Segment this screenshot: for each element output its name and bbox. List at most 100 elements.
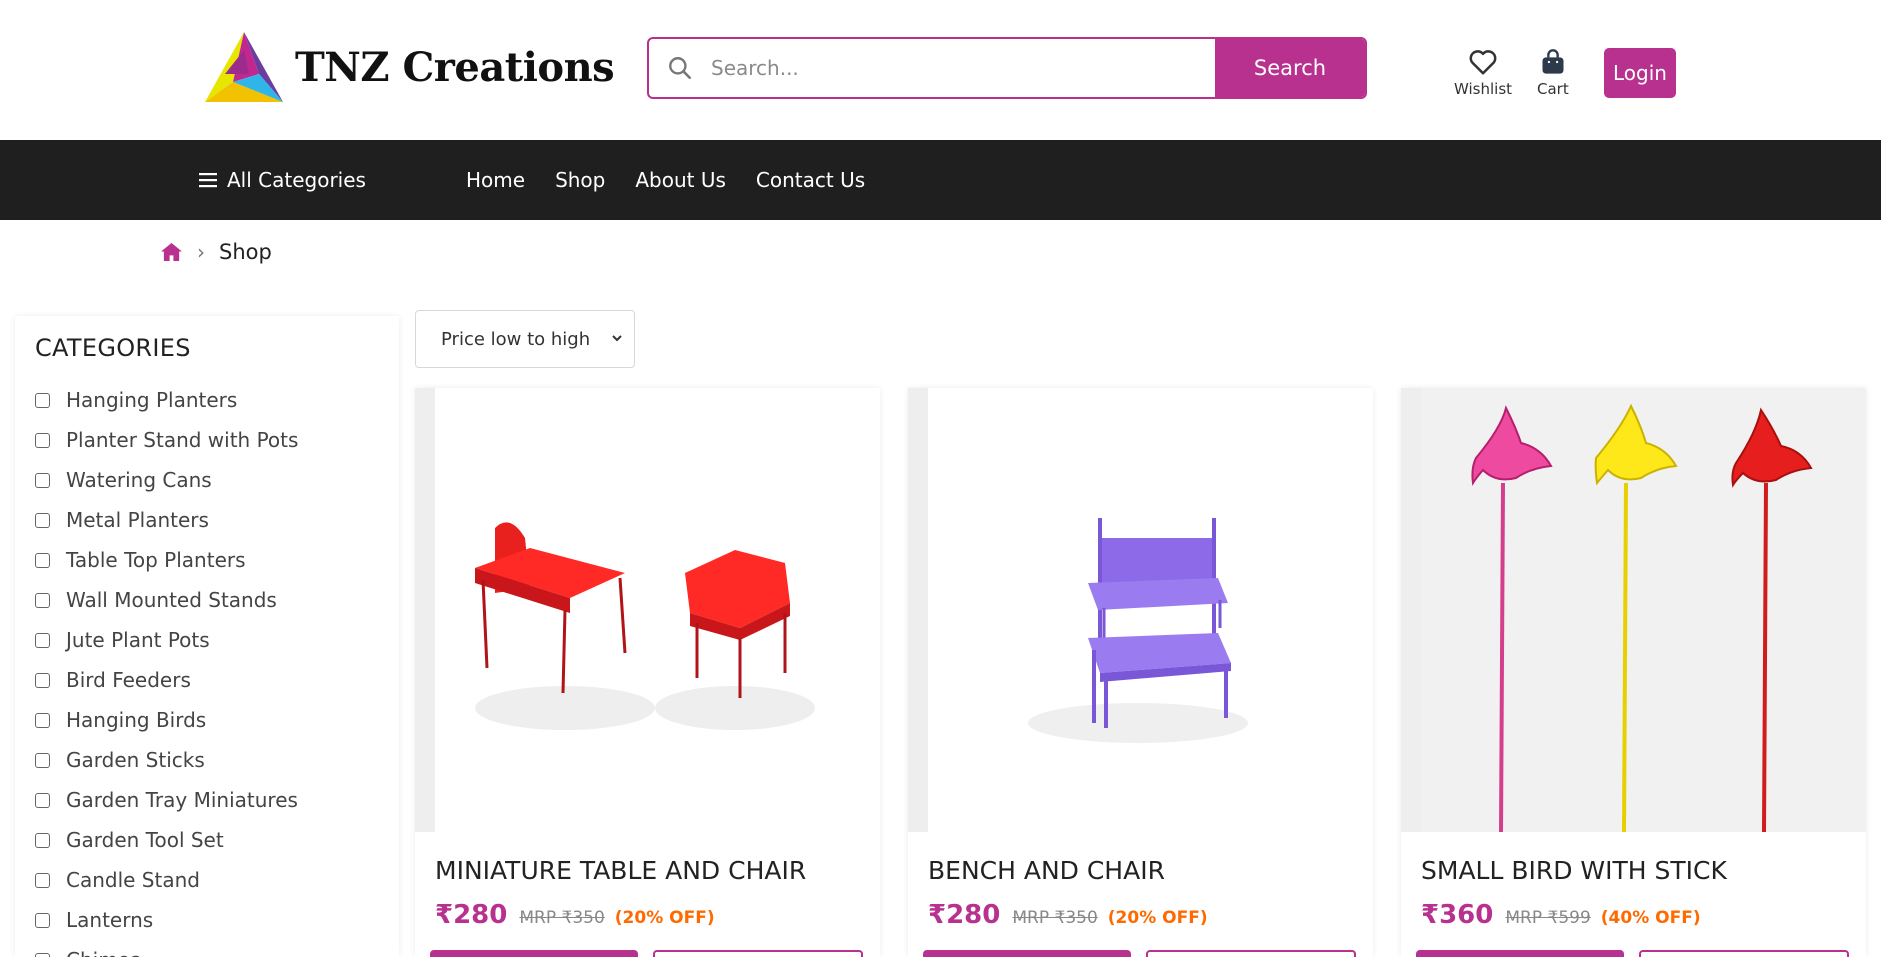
category-checkbox[interactable] [35,672,50,688]
add-to-wishlist-button[interactable] [1639,950,1849,957]
category-item[interactable]: Chimes [35,940,298,957]
category-checkbox[interactable] [35,952,50,957]
category-item[interactable]: Watering Cans [35,460,298,500]
search-input[interactable] [711,39,1215,97]
category-checkbox[interactable] [35,752,50,768]
category-checkbox[interactable] [35,512,50,528]
table-chair-illustration [475,522,815,730]
category-checkbox[interactable] [35,432,50,448]
product-image[interactable] [908,388,1373,832]
breadcrumb: › Shop [160,240,272,264]
product-photo [928,388,1373,832]
sort-selected-label: Price low to high [441,328,591,350]
image-edge [908,388,928,832]
product-price: ₹360 [1421,900,1494,930]
category-item[interactable]: Table Top Planters [35,540,298,580]
chevron-right-icon: › [197,240,205,264]
category-checkbox[interactable] [35,872,50,888]
bench-chair-illustration [1028,518,1248,743]
sort-select[interactable]: Price low to high [415,310,635,368]
chevron-down-icon [612,335,622,342]
category-label: Watering Cans [66,468,212,492]
category-item[interactable]: Jute Plant Pots [35,620,298,660]
product-mrp: MRP ₹599 [1505,908,1591,928]
category-label: Hanging Planters [66,388,238,412]
nav-link-shop[interactable]: Shop [555,168,605,192]
product-mrp: MRP ₹350 [1012,908,1098,928]
product-mrp: MRP ₹350 [519,908,605,928]
category-checkbox[interactable] [35,912,50,928]
category-checkbox[interactable] [35,792,50,808]
search-bar: Search [647,37,1367,99]
heart-icon [1469,50,1497,75]
category-checkbox[interactable] [35,712,50,728]
category-label: Garden Tool Set [66,828,224,852]
product-image[interactable] [415,388,880,832]
search-icon [649,39,711,97]
brand-logo[interactable]: TNZ Creations [203,30,615,104]
bird-sticks-illustration [1471,403,1813,833]
add-to-cart-button[interactable] [923,950,1131,957]
nav-link-contact[interactable]: Contact Us [756,168,865,192]
login-button[interactable]: Login [1604,48,1676,98]
add-to-cart-button[interactable] [430,950,638,957]
category-checkbox[interactable] [35,632,50,648]
category-item[interactable]: Hanging Planters [35,380,298,420]
product-photo [435,388,880,832]
site-header: TNZ Creations Search Wishlist Cart Login [0,0,1881,140]
category-item[interactable]: Garden Tray Miniatures [35,780,298,820]
category-label: Wall Mounted Stands [66,588,277,612]
category-item[interactable]: Metal Planters [35,500,298,540]
product-title[interactable]: MINIATURE TABLE AND CHAIR [435,856,806,885]
category-filter-sidebar: CATEGORIES Hanging Planters Planter Stan… [15,316,399,957]
category-checkbox[interactable] [35,552,50,568]
wishlist-link[interactable]: Wishlist [1454,48,1512,98]
home-icon[interactable] [160,242,183,262]
all-categories-menu[interactable]: All Categories [199,140,366,220]
category-item[interactable]: Garden Tool Set [35,820,298,860]
add-to-wishlist-button[interactable] [1146,950,1356,957]
category-list: Hanging Planters Planter Stand with Pots… [35,380,298,957]
category-label: Candle Stand [66,868,200,892]
hamburger-icon [199,173,217,188]
image-edge [1401,388,1421,832]
product-card[interactable]: BENCH AND CHAIR ₹280 MRP ₹350 (20% OFF) [908,388,1373,957]
category-item[interactable]: Garden Sticks [35,740,298,780]
product-pricing: ₹280 MRP ₹350 (20% OFF) [435,900,715,930]
product-discount: (20% OFF) [1107,908,1208,928]
product-title[interactable]: BENCH AND CHAIR [928,856,1165,885]
nav-link-about[interactable]: About Us [635,168,726,192]
product-image[interactable] [1401,388,1866,833]
add-to-cart-button[interactable] [1416,950,1624,957]
product-discount: (40% OFF) [1600,908,1701,928]
search-button[interactable]: Search [1215,39,1365,97]
product-card[interactable]: MINIATURE TABLE AND CHAIR ₹280 MRP ₹350 … [415,388,880,957]
product-price: ₹280 [928,900,1001,930]
category-label: Hanging Birds [66,708,207,732]
category-item[interactable]: Wall Mounted Stands [35,580,298,620]
category-label: Lanterns [66,908,154,932]
category-item[interactable]: Planter Stand with Pots [35,420,298,460]
category-label: Chimes [66,948,140,957]
add-to-wishlist-button[interactable] [653,950,863,957]
nav-link-home[interactable]: Home [466,168,525,192]
category-label: Jute Plant Pots [66,628,210,652]
category-checkbox[interactable] [35,832,50,848]
category-item[interactable]: Candle Stand [35,860,298,900]
cart-link[interactable]: Cart [1537,48,1569,98]
category-label: Planter Stand with Pots [66,428,299,452]
product-title[interactable]: SMALL BIRD WITH STICK [1421,856,1727,885]
product-card[interactable]: SMALL BIRD WITH STICK ₹360 MRP ₹599 (40%… [1401,388,1866,957]
sidebar-title: CATEGORIES [35,334,191,362]
category-checkbox[interactable] [35,472,50,488]
breadcrumb-current: Shop [219,240,272,264]
category-item[interactable]: Bird Feeders [35,660,298,700]
main-navbar: All Categories Home Shop About Us Contac… [0,140,1881,220]
category-checkbox[interactable] [35,392,50,408]
category-label: Garden Sticks [66,748,205,772]
category-item[interactable]: Lanterns [35,900,298,940]
cart-label: Cart [1537,80,1569,98]
category-checkbox[interactable] [35,592,50,608]
logo-triangle-icon [205,32,283,102]
category-item[interactable]: Hanging Birds [35,700,298,740]
